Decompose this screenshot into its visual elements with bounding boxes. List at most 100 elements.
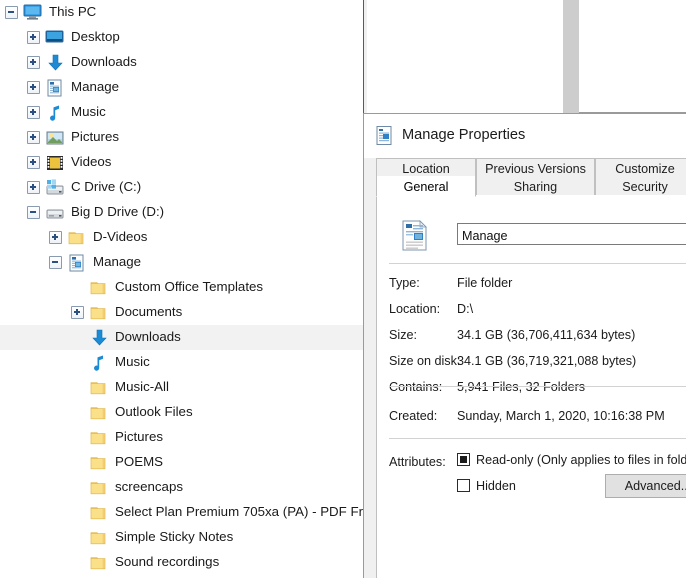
general-tab-panel: Type: File folder Location: D:\ Size: 34… xyxy=(376,195,686,578)
expand-icon[interactable] xyxy=(48,230,63,245)
tree-item-screencaps[interactable]: screencaps xyxy=(0,475,364,500)
expand-icon[interactable] xyxy=(26,130,41,145)
folder-icon xyxy=(89,379,109,397)
collapse-icon[interactable] xyxy=(48,255,63,270)
tab-customize[interactable]: Customize xyxy=(595,158,686,178)
folder-icon xyxy=(89,404,109,422)
scrollbar-thumb[interactable] xyxy=(563,0,579,119)
folder-name-input[interactable] xyxy=(457,223,686,245)
tree-item-label: Simple Sticky Notes xyxy=(115,529,234,545)
document-icon xyxy=(67,254,87,272)
collapse-icon[interactable] xyxy=(4,5,19,20)
tree-item-select-plan-premium-705xa-pa-pdf-free-download-files[interactable]: Select Plan Premium 705xa (PA) - PDF Fre… xyxy=(0,500,364,525)
tree-item-this-pc[interactable]: This PC xyxy=(0,0,364,25)
document-icon xyxy=(45,79,65,97)
music-icon xyxy=(89,354,109,372)
tree-item-label: Select Plan Premium 705xa (PA) - PDF Fre… xyxy=(115,504,364,520)
monitor-icon xyxy=(23,4,43,22)
hidden-checkbox-row[interactable]: Hidden xyxy=(457,479,516,493)
expand-icon[interactable] xyxy=(26,55,41,70)
dialog-tabstrip[interactable]: Location Previous Versions Customize Gen… xyxy=(364,158,686,197)
tree-item-downloads[interactable]: Downloads xyxy=(0,325,364,350)
screen: This PC Desktop Downloads Manage Music Pictur… xyxy=(0,0,686,578)
tree-item-music[interactable]: Music xyxy=(0,350,364,375)
folder-icon xyxy=(89,504,109,522)
created-value: Sunday, March 1, 2020, 10:16:38 PM xyxy=(457,409,665,423)
downloads-icon xyxy=(45,54,65,72)
tree-item-poems[interactable]: POEMS xyxy=(0,450,364,475)
expand-icon[interactable] xyxy=(26,80,41,95)
dialog-title: Manage Properties xyxy=(402,127,526,143)
readonly-label: Read-only (Only applies to files in fold… xyxy=(476,453,686,467)
tree-item-label: Desktop xyxy=(71,29,120,45)
folder-document-icon xyxy=(402,220,427,251)
expand-icon[interactable] xyxy=(26,180,41,195)
folder-icon xyxy=(89,454,109,472)
dialog-titlebar[interactable]: Manage Properties xyxy=(364,114,686,158)
tree-item-documents[interactable]: Documents xyxy=(0,300,364,325)
tree-item-label: Manage xyxy=(71,79,120,95)
tab-sharing[interactable]: Sharing xyxy=(476,176,595,197)
drive-icon xyxy=(45,204,65,222)
tree-item-downloads[interactable]: Downloads xyxy=(0,50,364,75)
tree-item-pictures[interactable]: Pictures xyxy=(0,125,364,150)
tree-item-simple-sticky-notes[interactable]: Simple Sticky Notes xyxy=(0,525,364,550)
divider-3 xyxy=(389,438,686,439)
folder-icon xyxy=(67,229,87,247)
tree-item-label: Sound recordings xyxy=(115,554,220,570)
tree-item-sound-recordings[interactable]: Sound recordings xyxy=(0,550,364,575)
tab-previous-versions[interactable]: Previous Versions xyxy=(476,158,595,178)
tab-security[interactable]: Security xyxy=(595,176,686,197)
tree-item-label: Custom Office Templates xyxy=(115,279,264,295)
collapse-icon[interactable] xyxy=(26,205,41,220)
tree-item-label: Music-All xyxy=(115,379,169,395)
tab-location[interactable]: Location xyxy=(376,158,476,178)
tree-item-label: This PC xyxy=(49,4,97,20)
created-label: Created: xyxy=(389,409,438,423)
tree-item-label: screencaps xyxy=(115,479,183,495)
tree-item-manage[interactable]: Manage xyxy=(0,250,364,275)
size-value: 34.1 GB (36,706,411,634 bytes) xyxy=(457,328,636,342)
manage-properties-dialog[interactable]: Manage Properties Location Previous Vers… xyxy=(363,113,686,578)
size-on-disk-label: Size on disk: xyxy=(389,354,461,368)
pictures-icon xyxy=(45,129,65,147)
expand-icon[interactable] xyxy=(26,155,41,170)
readonly-checkbox[interactable] xyxy=(457,453,470,466)
expand-icon[interactable] xyxy=(70,305,85,320)
tree-item-c-drive-c[interactable]: C Drive (C:) xyxy=(0,175,364,200)
tree-item-label: D-Videos xyxy=(93,229,148,245)
system-drive-icon xyxy=(45,178,65,197)
folder-icon xyxy=(89,479,109,497)
expand-icon[interactable] xyxy=(26,30,41,45)
advanced-button[interactable]: Advanced... xyxy=(605,474,686,498)
tree-item-label: Downloads xyxy=(115,329,181,345)
tree-item-big-d-drive-d[interactable]: Big D Drive (D:) xyxy=(0,200,364,225)
tree-item-desktop[interactable]: Desktop xyxy=(0,25,364,50)
tree-item-pictures[interactable]: Pictures xyxy=(0,425,364,450)
folder-tree-pane[interactable]: This PC Desktop Downloads Manage Music Pictur… xyxy=(0,0,364,578)
tree-item-music[interactable]: Music xyxy=(0,100,364,125)
tree-item-custom-office-templates[interactable]: Custom Office Templates xyxy=(0,275,364,300)
location-label: Location: xyxy=(389,302,441,316)
downloads-icon xyxy=(89,329,109,347)
expand-icon[interactable] xyxy=(26,105,41,120)
hidden-label: Hidden xyxy=(476,479,516,493)
tree-item-label: Big D Drive (D:) xyxy=(71,204,165,220)
tab-general[interactable]: General xyxy=(376,176,476,197)
tree-item-manage[interactable]: Manage xyxy=(0,75,364,100)
tree-item-d-videos[interactable]: D-Videos xyxy=(0,225,364,250)
folder-tree[interactable]: This PC Desktop Downloads Manage Music Pictur… xyxy=(0,0,364,578)
tree-item-outlook-files[interactable]: Outlook Files xyxy=(0,400,364,425)
tree-item-label: Music xyxy=(71,104,106,120)
hidden-checkbox[interactable] xyxy=(457,479,470,492)
document-properties-icon xyxy=(376,126,392,145)
tree-item-videos[interactable]: Videos xyxy=(0,150,364,175)
readonly-checkbox-row[interactable]: Read-only (Only applies to files in fold… xyxy=(457,453,686,467)
tree-item-music-all[interactable]: Music-All xyxy=(0,375,364,400)
